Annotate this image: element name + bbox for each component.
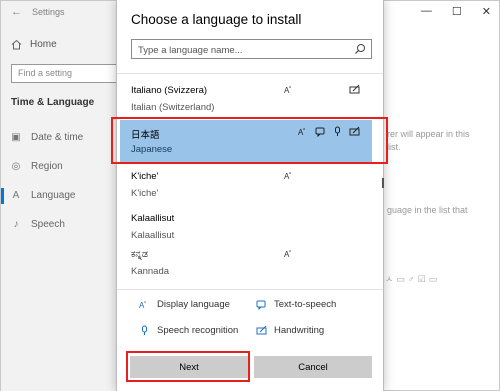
language-item-kiche[interactable]: K'iche' K'iche' Aᵃ: [120, 164, 372, 208]
svg-text:ᵃ: ᵃ: [144, 300, 146, 306]
nav-home-label: Home: [30, 39, 57, 50]
nav-item-label: Speech: [31, 219, 65, 230]
language-native-name: Kalaallisut: [131, 213, 175, 224]
legend-label: Speech recognition: [157, 325, 239, 336]
language-english-name: Kalaallisut: [131, 230, 175, 241]
cancel-button[interactable]: Cancel: [254, 356, 372, 378]
list-divider: [117, 73, 383, 74]
handwriting-icon: [349, 84, 360, 94]
text-to-speech-icon: [256, 300, 266, 310]
display-language-icon: Aᵃ: [284, 85, 291, 95]
handwriting-icon: [256, 325, 267, 335]
search-icon[interactable]: [354, 43, 366, 55]
language-item-italian-switzerland[interactable]: Italiano (Svizzera) Italian (Switzerland…: [120, 78, 372, 122]
background-feature-icons: ㅅ▭♂☑▭: [385, 274, 441, 284]
close-icon[interactable]: ✕: [482, 5, 491, 18]
nav-home[interactable]: Home: [11, 39, 57, 50]
window-title-bar: ← Settings: [11, 6, 65, 18]
language-native-name: ಕನ್ನಡ: [131, 249, 148, 260]
svg-text:ᵃ: ᵃ: [289, 85, 291, 91]
language-features: Aᵃ: [284, 84, 360, 95]
language-icon: A: [12, 190, 20, 201]
japanese-highlight-outline: [111, 117, 388, 164]
svg-text:ᵃ: ᵃ: [289, 249, 291, 255]
background-text: guage in the list that: [387, 205, 468, 215]
calendar-clock-icon: ▣: [11, 132, 21, 143]
list-divider: [117, 289, 383, 290]
language-english-name: Italian (Switzerland): [131, 102, 215, 113]
nav-item-language[interactable]: A Language: [11, 190, 76, 201]
svg-text:ᵃ: ᵃ: [289, 171, 291, 177]
minimize-icon[interactable]: —: [421, 5, 432, 18]
language-features: Aᵃ: [284, 248, 360, 259]
language-native-name: K'iche': [131, 171, 159, 182]
display-language-icon: Aᵃ: [284, 171, 291, 181]
language-item-kannada[interactable]: ಕನ್ನಡ Kannada Aᵃ: [120, 242, 372, 286]
speech-recognition-icon: [142, 325, 147, 335]
back-arrow-icon[interactable]: ←: [11, 6, 22, 18]
settings-side-pane: ← Settings Home Find a setting Time & La…: [1, 1, 121, 391]
region-icon: ◎: [11, 161, 21, 172]
dialog-title: Choose a language to install: [131, 12, 302, 27]
language-english-name: K'iche': [131, 188, 159, 199]
legend-display-language: Aᵃ Display language: [139, 299, 230, 310]
list-scrollbar[interactable]: [382, 178, 384, 188]
legend-handwriting: Handwriting: [256, 325, 324, 336]
background-text: rer will appear in this: [387, 129, 470, 139]
find-setting-placeholder: Find a setting: [18, 68, 73, 78]
home-icon: [11, 39, 22, 50]
language-features: Aᵃ: [284, 170, 360, 181]
display-language-icon: Aᵃ: [284, 249, 291, 259]
nav-item-speech[interactable]: ♪ Speech: [11, 219, 65, 230]
legend-label: Display language: [157, 299, 230, 310]
nav-item-label: Language: [31, 190, 76, 201]
maximize-icon[interactable]: ☐: [452, 5, 462, 18]
window-controls: — ☐ ✕: [421, 5, 491, 18]
nav-item-date-time[interactable]: ▣ Date & time: [11, 132, 83, 143]
section-label: Time & Language: [11, 97, 95, 108]
language-search-input[interactable]: [132, 41, 347, 60]
next-button-highlight-outline: [126, 351, 250, 382]
legend-speech-recognition: Speech recognition: [139, 325, 238, 336]
nav-item-region[interactable]: ◎ Region: [11, 161, 63, 172]
display-language-icon: Aᵃ: [139, 300, 146, 310]
language-english-name: Kannada: [131, 266, 170, 277]
language-list: Italiano (Svizzera) Italian (Switzerland…: [117, 78, 383, 286]
choose-language-dialog: Choose a language to install Italiano (S…: [116, 0, 384, 391]
nav-selected-indicator: [1, 188, 4, 204]
find-setting-input[interactable]: Find a setting: [11, 64, 121, 83]
language-search-box[interactable]: [131, 39, 372, 60]
window-title: Settings: [32, 7, 65, 17]
microphone-icon: ♪: [13, 219, 19, 230]
nav-item-label: Region: [31, 161, 63, 172]
legend-label: Handwriting: [274, 325, 325, 336]
background-text: list.: [387, 142, 401, 152]
language-native-name: Italiano (Svizzera): [131, 85, 208, 96]
legend-text-to-speech: Text-to-speech: [256, 299, 336, 310]
nav-item-label: Date & time: [31, 132, 84, 143]
legend-label: Text-to-speech: [274, 299, 337, 310]
